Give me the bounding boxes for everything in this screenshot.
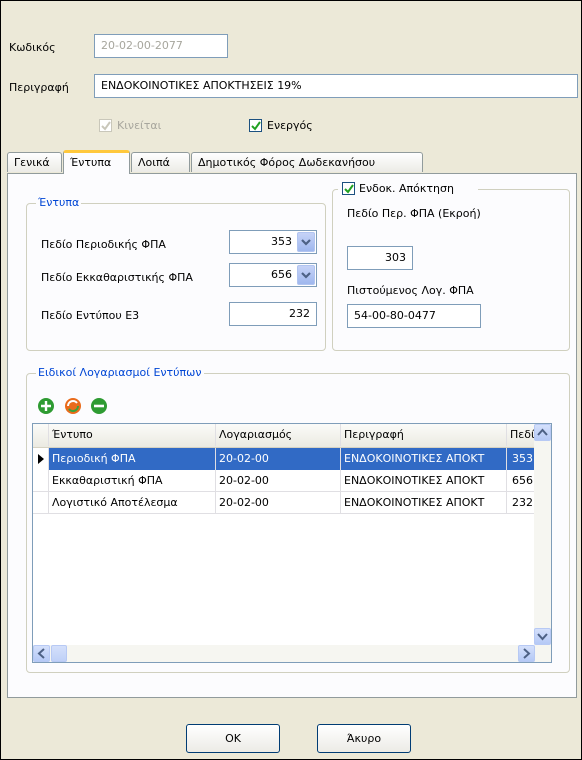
accounts-group-title: Ειδικοί Λογαριασμοί Εντύπων bbox=[36, 366, 204, 379]
row-header bbox=[33, 470, 49, 492]
horizontal-scroll-thumb[interactable] bbox=[51, 645, 67, 662]
scroll-up-icon[interactable] bbox=[534, 424, 551, 441]
cell-description[interactable]: ΕΝΔΟΚΟΙΝΟΤΙΚΕΣ ΑΠΟΚΤ bbox=[341, 448, 507, 470]
check-icon bbox=[344, 184, 354, 194]
scroll-down-icon[interactable] bbox=[534, 628, 551, 645]
credited-vat-label: Πιστούμενος Λογ. ΦΠΑ bbox=[347, 284, 474, 297]
tab-other[interactable]: Λοιπά bbox=[131, 152, 190, 172]
moves-label: Κινείται bbox=[117, 119, 162, 132]
grid-header-account[interactable]: Λογαριασμός bbox=[216, 424, 341, 446]
description-label: Περιγραφή bbox=[9, 81, 69, 94]
cell-field[interactable]: 656 bbox=[507, 470, 537, 492]
moves-checkbox[interactable] bbox=[99, 119, 112, 132]
periodic-vat-combo[interactable]: 353 bbox=[229, 230, 317, 254]
active-checkbox[interactable] bbox=[249, 119, 262, 132]
e3-label: Πεδίο Εντύπου Ε3 bbox=[41, 309, 140, 322]
forms-group-title: Έντυπα bbox=[36, 196, 82, 209]
intra-acquisition-label: Ενδοκ. Απόκτηση bbox=[359, 182, 454, 195]
description-field[interactable]: ΕΝΔΟΚΟΙΝΟΤΙΚΕΣ ΑΠΟΚΤΗΣΕΙΣ 19% bbox=[94, 74, 578, 98]
cell-form[interactable]: Περιοδική ΦΠΑ bbox=[49, 448, 216, 470]
periodic-vat-label: Πεδίο Περιοδικής ΦΠΑ bbox=[41, 238, 166, 251]
add-icon[interactable] bbox=[37, 397, 55, 415]
periodic-vat-value: 353 bbox=[271, 235, 292, 248]
dropdown-arrow-icon[interactable] bbox=[297, 265, 315, 285]
credited-vat-field[interactable]: 54-00-80-0477 bbox=[347, 304, 481, 328]
refresh-icon[interactable] bbox=[64, 397, 82, 415]
cancel-button[interactable]: Άκυρο bbox=[317, 724, 411, 753]
clearing-vat-combo[interactable]: 656 bbox=[229, 263, 317, 287]
accounts-grid[interactable]: Έντυπο Λογαριασμός Περιγραφή Πεδίο Περιο… bbox=[32, 423, 552, 663]
cell-account[interactable]: 20-02-00 bbox=[216, 448, 341, 470]
horizontal-scrollbar[interactable] bbox=[33, 645, 536, 662]
grid-header-corner bbox=[33, 424, 49, 446]
clearing-vat-label: Πεδίο Εκκαθαριστικής ΦΠΑ bbox=[41, 271, 193, 284]
cell-account[interactable]: 20-02-00 bbox=[216, 492, 341, 514]
row-header bbox=[33, 492, 49, 514]
active-label: Ενεργός bbox=[267, 119, 313, 132]
cell-account[interactable]: 20-02-00 bbox=[216, 470, 341, 492]
cell-form[interactable]: Λογιστικό Αποτέλεσμα bbox=[49, 492, 216, 514]
code-label: Κωδικός bbox=[9, 41, 56, 54]
e3-field[interactable]: 232 bbox=[229, 302, 317, 326]
dialog-window: Κωδικός 20-02-00-2077 Περιγραφή ΕΝΔΟΚΟΙΝ… bbox=[0, 0, 582, 760]
table-row[interactable]: Περιοδική ΦΠΑ 20-02-00 ΕΝΔΟΚΟΙΝΟΤΙΚΕΣ ΑΠ… bbox=[33, 448, 551, 470]
grid-header-field[interactable]: Πεδίο bbox=[507, 424, 537, 446]
dropdown-arrow-icon[interactable] bbox=[297, 232, 315, 252]
scroll-left-icon[interactable] bbox=[33, 645, 50, 662]
output-vat-field[interactable]: 303 bbox=[347, 246, 413, 270]
remove-icon[interactable] bbox=[90, 397, 108, 415]
check-icon bbox=[101, 121, 111, 131]
table-row[interactable]: Λογιστικό Αποτέλεσμα 20-02-00 ΕΝΔΟΚΟΙΝΟΤ… bbox=[33, 492, 551, 514]
grid-header: Έντυπο Λογαριασμός Περιγραφή Πεδίο bbox=[33, 424, 551, 448]
cell-field[interactable]: 232 bbox=[507, 492, 537, 514]
intra-acquisition-checkbox[interactable] bbox=[342, 182, 355, 195]
check-icon bbox=[251, 121, 261, 131]
clearing-vat-value: 656 bbox=[271, 268, 292, 281]
table-row[interactable]: Εκκαθαριστική ΦΠΑ 20-02-00 ΕΝΔΟΚΟΙΝΟΤΙΚΕ… bbox=[33, 470, 551, 492]
tab-municipal-tax[interactable]: Δημοτικός Φόρος Δωδεκανήσου bbox=[191, 152, 423, 172]
output-vat-label: Πεδίο Περ. ΦΠΑ (Εκροή) bbox=[347, 207, 481, 220]
cell-description[interactable]: ΕΝΔΟΚΟΙΝΟΤΙΚΕΣ ΑΠΟΚΤ bbox=[341, 470, 507, 492]
vertical-scrollbar[interactable] bbox=[534, 424, 551, 662]
grid-header-description[interactable]: Περιγραφή bbox=[341, 424, 507, 446]
cell-field[interactable]: 353 bbox=[507, 448, 537, 470]
grid-header-form[interactable]: Έντυπο bbox=[49, 424, 216, 446]
scroll-right-icon[interactable] bbox=[518, 645, 535, 662]
cell-form[interactable]: Εκκαθαριστική ΦΠΑ bbox=[49, 470, 216, 492]
tab-general[interactable]: Γενικά bbox=[7, 152, 62, 172]
code-field[interactable]: 20-02-00-2077 bbox=[94, 34, 228, 58]
row-pointer-icon bbox=[33, 448, 49, 470]
ok-button[interactable]: ΟΚ bbox=[186, 724, 280, 753]
tab-forms[interactable]: Έντυπα bbox=[63, 150, 130, 174]
cell-description[interactable]: ΕΝΔΟΚΟΙΝΟΤΙΚΕΣ ΑΠΟΚΤ bbox=[341, 492, 507, 514]
